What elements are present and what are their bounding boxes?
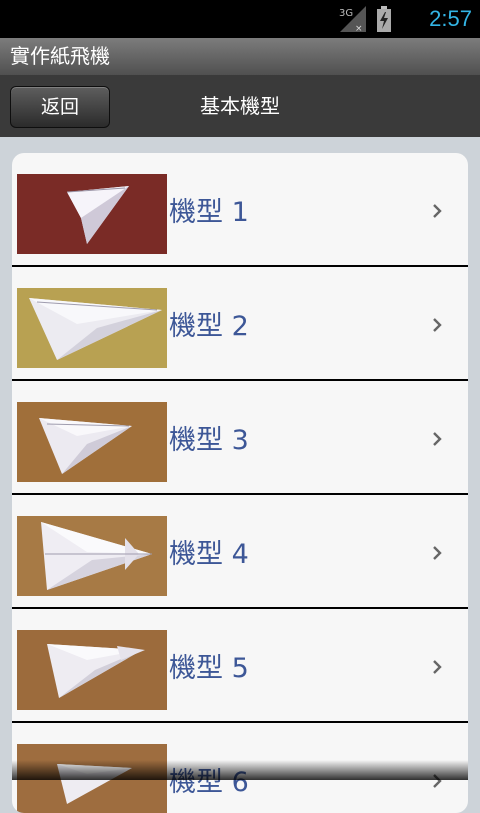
network-type-label: 3G: [339, 8, 353, 19]
paper-plane-thumbnail: [17, 174, 167, 254]
list-item-label: 機型 5: [169, 653, 249, 684]
model-list: 機型 1 機型 2 機型 3 機型 4 機型 5 機型 6: [12, 153, 468, 813]
chevron-right-icon: [433, 432, 442, 446]
back-button[interactable]: 返回: [10, 86, 110, 128]
chevron-right-icon: [433, 660, 442, 674]
status-bar: 3G × 2:57: [0, 0, 480, 38]
app-title: 實作紙飛機: [0, 38, 480, 75]
paper-plane-thumbnail: [17, 288, 167, 368]
paper-plane-thumbnail: [17, 402, 167, 482]
list-item[interactable]: 機型 4: [12, 495, 468, 609]
scroll-fade: [12, 760, 468, 780]
list-item-label: 機型 3: [169, 425, 249, 456]
list-item[interactable]: 機型 2: [12, 267, 468, 381]
svg-text:×: ×: [355, 24, 363, 34]
chevron-right-icon: [433, 204, 442, 218]
list-item-label: 機型 2: [169, 311, 249, 342]
list-item[interactable]: 機型 1: [12, 153, 468, 267]
status-icons: 3G ×: [338, 4, 392, 34]
paper-plane-thumbnail: [17, 516, 167, 596]
chevron-right-icon: [433, 318, 442, 332]
navigation-bar: 返回 基本機型: [0, 75, 480, 137]
signal-3g-icon: 3G ×: [339, 6, 366, 34]
list-item[interactable]: 機型 3: [12, 381, 468, 495]
list-item[interactable]: 機型 5: [12, 609, 468, 723]
list-item-label: 機型 4: [169, 539, 249, 570]
page-title: 基本機型: [200, 94, 280, 118]
status-time: 2:57: [429, 6, 472, 31]
chevron-right-icon: [433, 546, 442, 560]
battery-charging-icon: [377, 6, 391, 32]
list-item-label: 機型 1: [169, 197, 249, 228]
paper-plane-thumbnail: [17, 630, 167, 710]
